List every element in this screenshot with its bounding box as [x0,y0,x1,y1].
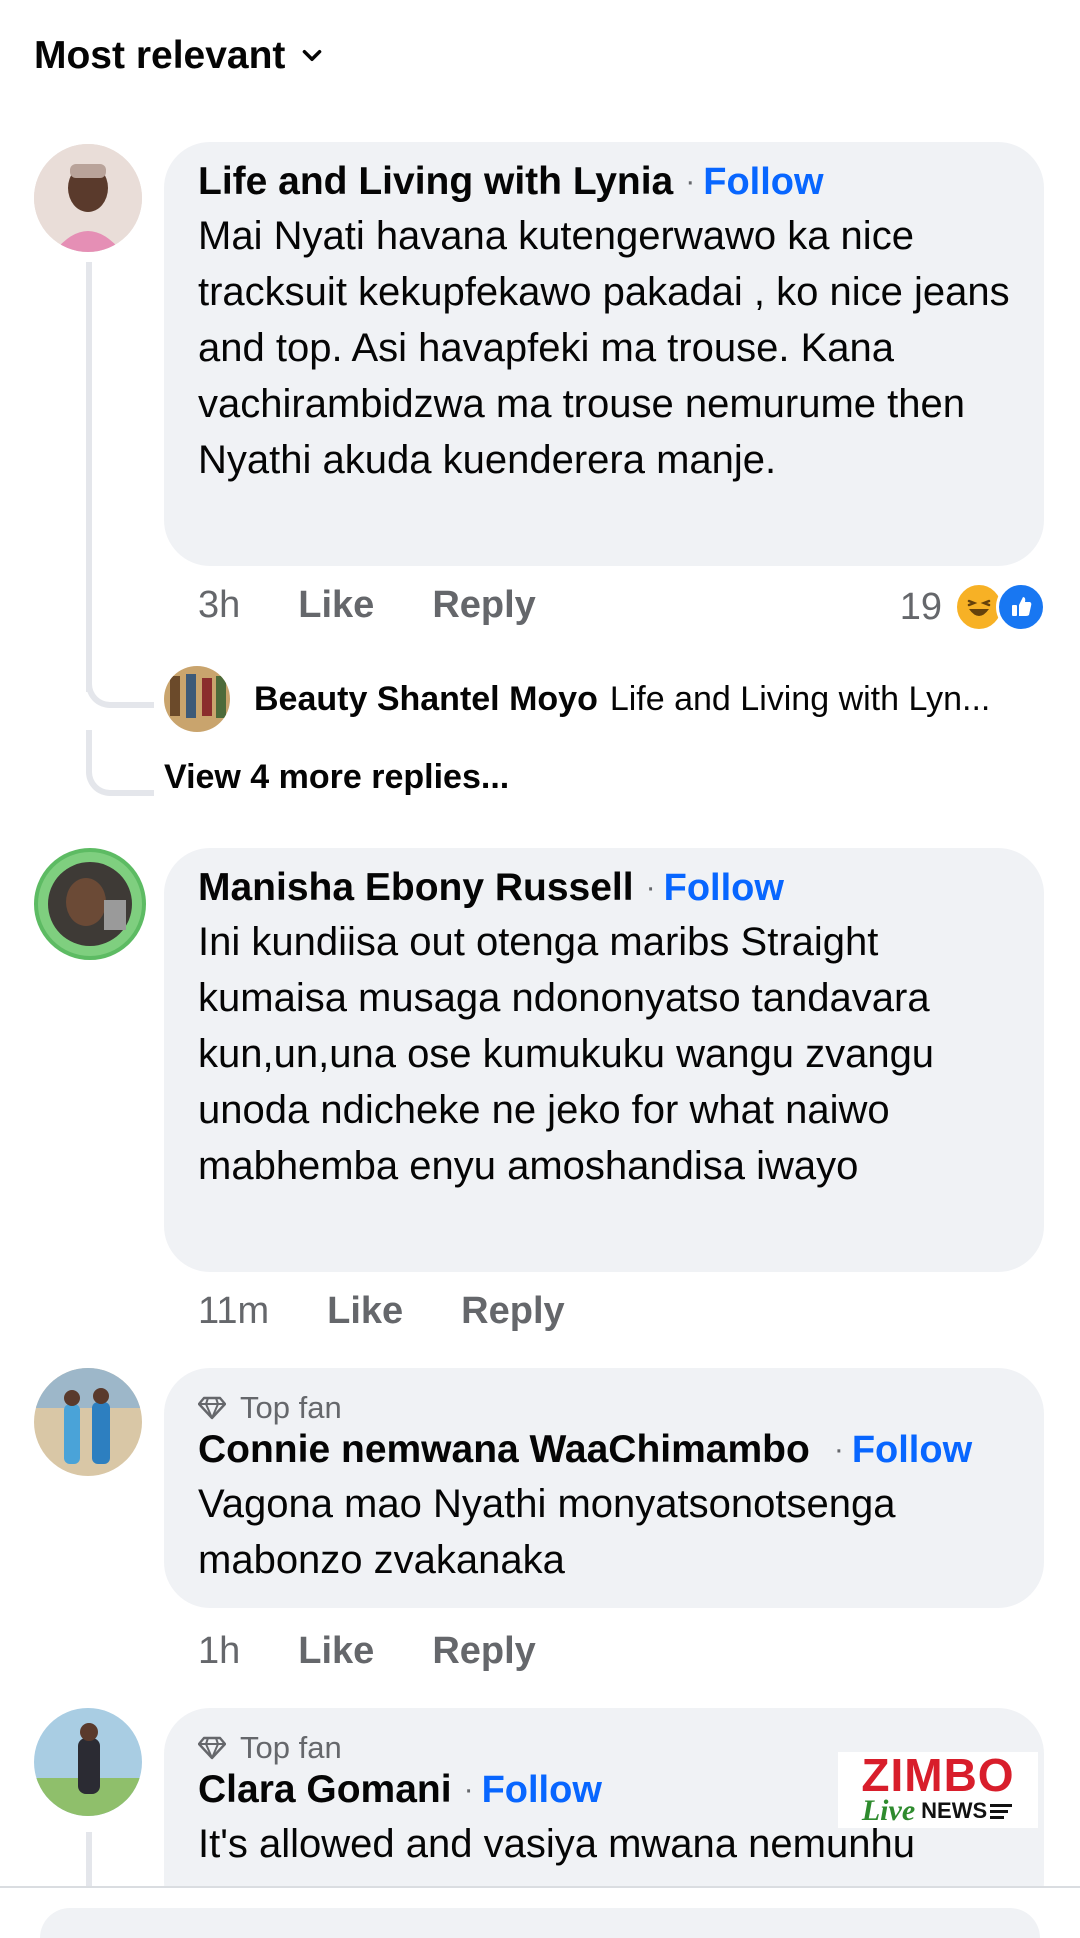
comment-bubble: Manisha Ebony Russell · Follow Ini kundi… [164,848,1044,1272]
follow-button[interactable]: Follow [664,867,784,910]
thread-line [86,1832,92,1886]
separator-dot: · [645,871,656,904]
view-more-replies[interactable]: View 4 more replies... [164,758,509,797]
sort-label: Most relevant [34,34,286,77]
reply-button[interactable]: Reply [432,1630,535,1673]
zimbo-live-news-logo: ZIMBO Live NEWS [838,1752,1038,1828]
comment-time[interactable]: 11m [198,1290,269,1333]
badge-label: Top fan [240,1390,342,1425]
avatar[interactable] [34,1708,142,1816]
comment-text: Mai Nyati havana kutengerwawo ka nice tr… [198,214,1010,482]
logo-live: Live [861,1794,916,1827]
reply-button[interactable]: Reply [461,1290,564,1333]
comment-bubble: Life and Living with Lynia · Follow Mai … [164,142,1044,566]
comment-author[interactable]: Connie nemwana WaaChimambo [198,1428,810,1472]
comment-author[interactable]: Manisha Ebony Russell [198,866,634,910]
diamond-icon [198,1396,226,1420]
reply-preview[interactable]: Beauty Shantel Moyo Life and Living with… [164,666,1044,732]
reaction-summary[interactable]: 19 [900,582,1046,632]
comment-time[interactable]: 1h [198,1630,240,1673]
diamond-icon [198,1736,226,1760]
reply-button[interactable]: Reply [432,584,535,627]
reaction-count: 19 [899,585,942,628]
reply-text: Life and Living with Lyn... [609,679,991,718]
lines-icon [990,1804,1013,1819]
comment-time[interactable]: 3h [198,584,240,627]
comment-bubble: Top fan Connie nemwana WaaChimambo · Fol… [164,1368,1044,1608]
sort-dropdown[interactable]: Most relevant [34,34,325,78]
top-fan-badge: Top fan [198,1390,1010,1426]
follow-button[interactable]: Follow [482,1769,602,1812]
like-button[interactable]: Like [298,1630,374,1673]
follow-button[interactable]: Follow [852,1429,972,1472]
reply-author: Beauty Shantel Moyo [254,679,598,718]
comment-actions: 3h Like Reply [198,584,594,627]
thread-connector [86,730,154,796]
follow-button[interactable]: Follow [703,161,823,204]
badge-label: Top fan [240,1730,342,1765]
comment-text: Vagona mao Nyathi monyatsonotsenga mabon… [198,1482,896,1582]
comment-actions: 1h Like Reply [198,1630,594,1673]
comment-author[interactable]: Clara Gomani [198,1768,452,1812]
comment-author[interactable]: Life and Living with Lynia [198,160,673,204]
comment-text: Ini kundiisa out otenga maribs Straight … [198,920,935,1188]
avatar [164,666,230,732]
thread-line [86,262,92,692]
avatar[interactable] [34,1368,142,1476]
like-icon [996,582,1046,632]
comment-actions: 11m Like Reply [198,1290,623,1333]
avatar[interactable] [34,144,142,252]
like-button[interactable]: Like [327,1290,403,1333]
like-button[interactable]: Like [298,584,374,627]
logo-news: NEWS [921,1798,988,1823]
comment-composer-bar [0,1886,1080,1938]
avatar[interactable] [34,848,146,960]
logo-zimbo: ZIMBO [861,1749,1015,1801]
separator-dot: · [463,1773,474,1806]
separator-dot: · [685,165,696,198]
comment-input-edge[interactable] [40,1908,1040,1938]
chevron-down-icon [303,49,322,61]
separator-dot: · [833,1433,844,1466]
thread-connector [86,640,154,708]
